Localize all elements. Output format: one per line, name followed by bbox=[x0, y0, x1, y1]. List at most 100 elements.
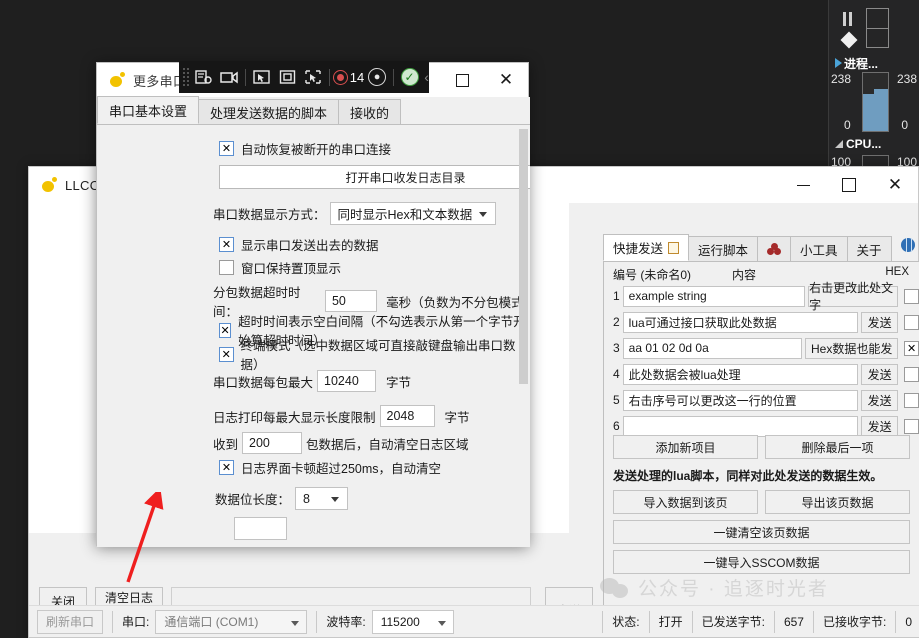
display-mode-select[interactable]: 同时显示Hex和文本数据 bbox=[329, 202, 496, 225]
auto-clear-count-input[interactable]: 200 bbox=[242, 432, 303, 454]
max-log-length-label: 日志打印每最大显示长度限制 bbox=[213, 410, 376, 425]
tab-send-script[interactable]: 处理发送数据的脚本 bbox=[198, 99, 340, 124]
terminal-mode-row: ✕ 终端模式（选中数据区域可直接敲键盘输出串口数据） bbox=[219, 335, 530, 373]
data-bits-select[interactable]: 8 bbox=[295, 487, 349, 510]
import-page-button[interactable]: 导入数据到该页 bbox=[613, 490, 758, 514]
import-sscom-button[interactable]: 一键导入SSCOM数据 bbox=[613, 550, 910, 574]
tab-about[interactable]: 关于 bbox=[846, 236, 892, 261]
window-capture-icon[interactable] bbox=[301, 64, 325, 90]
show-sent-checkbox[interactable]: ✕ bbox=[219, 237, 234, 252]
chevron-down-icon bbox=[331, 497, 340, 502]
record-status[interactable]: 14 bbox=[332, 69, 364, 85]
row-number[interactable]: 4 bbox=[604, 367, 620, 381]
max-package-input[interactable]: 10240 bbox=[317, 370, 377, 392]
terminal-mode-checkbox[interactable]: ✕ bbox=[219, 346, 234, 362]
row-hex-checkbox[interactable] bbox=[904, 366, 919, 382]
dialog-tabs[interactable]: 串口基本设置 处理发送数据的脚本 接收的 bbox=[97, 96, 530, 125]
row-content-input[interactable]: aa 01 02 0d 0a bbox=[622, 337, 803, 359]
perf-memory-graph: 238 238 0 0 bbox=[829, 72, 919, 132]
show-sent-row: ✕ 显示串口发送出去的数据 bbox=[219, 235, 379, 254]
maximize-button[interactable] bbox=[826, 167, 872, 203]
dialog-scrollbar[interactable] bbox=[519, 129, 528, 537]
row-hex-checkbox[interactable] bbox=[904, 418, 919, 434]
dialog-maximize-button[interactable] bbox=[440, 63, 484, 97]
cursor-icon[interactable] bbox=[250, 64, 274, 90]
app-logo-icon bbox=[41, 177, 57, 193]
delete-last-button[interactable]: 删除最后一项 bbox=[765, 435, 910, 459]
chevron-left-icon[interactable]: ‹ bbox=[424, 69, 429, 85]
row-action-button[interactable]: Hex数据也能发 bbox=[805, 337, 899, 359]
dialog-titlebar[interactable]: 更多串口设 ✕ 14 ● ✓ ‹ bbox=[97, 61, 528, 97]
row-action-button[interactable]: 发送 bbox=[860, 415, 899, 437]
keep-on-top-label: 窗口保持置顶显示 bbox=[241, 262, 342, 276]
tab-quick-send[interactable]: 快捷发送 bbox=[603, 234, 690, 261]
screenshot-icon[interactable] bbox=[192, 64, 216, 90]
tab-receive[interactable]: 接收的 bbox=[338, 99, 402, 124]
row-action-button[interactable]: 右击更改此处文字 bbox=[808, 281, 899, 312]
port-select[interactable]: 通信端口 (COM1) bbox=[155, 609, 308, 634]
row-content-input[interactable]: lua可通过接口获取此处数据 bbox=[622, 311, 858, 333]
row-action-button[interactable]: 发送 bbox=[860, 311, 899, 333]
row-number[interactable]: 5 bbox=[604, 393, 620, 407]
row-action-button[interactable]: 发送 bbox=[860, 363, 899, 385]
globe-icon[interactable] bbox=[901, 238, 915, 252]
dialog-body: ✕ 自动恢复被断开的串口连接 打开串口收发日志目录 串口数据显示方式： 同时显示… bbox=[97, 125, 530, 547]
row-action-button[interactable]: 发送 bbox=[860, 389, 899, 411]
right-panel-tabs[interactable]: 快捷发送 运行脚本 小工具 关于 bbox=[603, 234, 919, 262]
auto-reconnect-checkbox[interactable]: ✕ bbox=[219, 141, 234, 156]
export-page-button[interactable]: 导出该页数据 bbox=[765, 490, 910, 514]
close-button[interactable]: ✕ bbox=[872, 167, 918, 203]
perf-controls[interactable] bbox=[829, 4, 919, 62]
row-content-input[interactable]: 此处数据会被lua处理 bbox=[622, 363, 858, 385]
dialog-window-controls[interactable]: ✕ bbox=[440, 63, 528, 97]
accessibility-icon[interactable]: ● bbox=[365, 64, 389, 90]
keep-on-top-checkbox[interactable] bbox=[219, 260, 234, 275]
row-number[interactable]: 3 bbox=[604, 341, 620, 355]
screen-recorder-toolbar[interactable]: 14 ● ✓ ‹ bbox=[179, 61, 429, 93]
tab-tools[interactable]: 小工具 bbox=[790, 236, 848, 261]
row-number[interactable]: 6 bbox=[604, 419, 620, 433]
tab-basic-settings[interactable]: 串口基本设置 bbox=[97, 96, 200, 124]
row-content-input[interactable]: example string bbox=[622, 285, 806, 307]
row-hex-checkbox[interactable]: ✕ bbox=[904, 340, 919, 356]
perf-cpu-title[interactable]: CPU... bbox=[835, 137, 881, 151]
app-logo-icon bbox=[109, 72, 125, 88]
row-number[interactable]: 2 bbox=[604, 315, 620, 329]
pack-timeout-input[interactable]: 50 bbox=[324, 290, 378, 312]
row-hex-checkbox[interactable] bbox=[904, 314, 919, 330]
open-log-directory-button[interactable]: 打开串口收发日志目录 bbox=[219, 165, 530, 189]
row-number[interactable]: 1 bbox=[604, 289, 620, 303]
add-item-button[interactable]: 添加新项目 bbox=[613, 435, 758, 459]
show-sent-label: 显示串口发送出去的数据 bbox=[241, 239, 379, 253]
row-content-input[interactable] bbox=[622, 415, 858, 437]
next-setting-select[interactable] bbox=[233, 517, 287, 540]
pause-icon[interactable] bbox=[843, 12, 855, 26]
record-icon bbox=[332, 69, 348, 85]
dialog-close-button[interactable]: ✕ bbox=[484, 63, 528, 97]
perf-process-title[interactable]: 进程... bbox=[835, 55, 878, 72]
row-content-input[interactable]: 右击序号可以更改这一行的位置 bbox=[622, 389, 858, 411]
row-hex-checkbox[interactable] bbox=[904, 392, 919, 408]
max-log-length-input[interactable]: 2048 bbox=[379, 405, 435, 427]
refresh-port-button[interactable]: 刷新串口 bbox=[37, 609, 104, 634]
check-icon[interactable]: ✓ bbox=[398, 64, 422, 90]
minimize-button[interactable] bbox=[780, 167, 826, 203]
wechat-icon bbox=[600, 577, 630, 598]
diamond-icon[interactable] bbox=[840, 31, 858, 49]
dialog-scrollbar-thumb[interactable] bbox=[519, 129, 528, 384]
clear-page-button[interactable]: 一键清空该页数据 bbox=[613, 520, 910, 544]
tab-tools-label: 小工具 bbox=[800, 243, 838, 258]
performance-monitor-widget[interactable]: 进程... 238 238 0 0 CPU... 100 100 bbox=[828, 0, 919, 175]
lag-auto-clear-checkbox[interactable]: ✕ bbox=[219, 460, 234, 475]
row-hex-checkbox[interactable] bbox=[904, 288, 919, 304]
region-icon[interactable] bbox=[276, 64, 300, 90]
main-window-controls[interactable]: ✕ bbox=[780, 167, 918, 203]
tab-run-script[interactable]: 运行脚本 bbox=[688, 236, 759, 261]
perf-mem-max-right: 238 bbox=[896, 72, 917, 86]
keep-on-top-row: 窗口保持置顶显示 bbox=[219, 258, 341, 277]
video-camera-icon[interactable] bbox=[218, 64, 242, 90]
tab-molecule[interactable] bbox=[757, 236, 792, 261]
baud-select[interactable]: 115200 bbox=[371, 609, 454, 634]
drag-grip-icon[interactable] bbox=[182, 67, 192, 87]
auto-clear-suffix: 包数据后，自动清空日志区域 bbox=[306, 437, 469, 452]
